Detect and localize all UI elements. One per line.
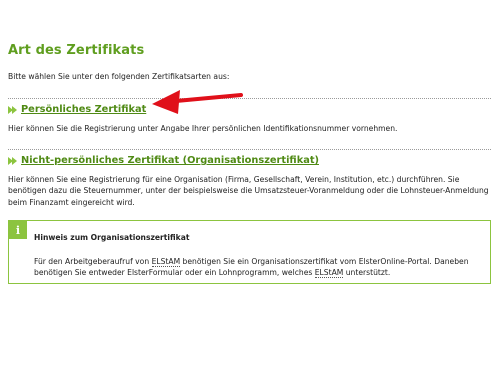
page-title: Art des Zertifikats: [8, 43, 145, 58]
option-organisation-description: Hier können Sie eine Registrierung für e…: [8, 175, 489, 207]
intro-text: Bitte wählen Sie unter den folgenden Zer…: [8, 72, 230, 81]
elstam-abbreviation: ELStAM: [314, 268, 344, 279]
divider: [8, 98, 491, 99]
option-organisation-header: Nicht-persönliches Zertifikat (Organisat…: [8, 155, 319, 166]
note-title: Hinweis zum Organisationszertifikat: [34, 233, 190, 242]
option-personal-header: Persönliches Zertifikat: [8, 104, 146, 115]
note-body: Für den Arbeitgeberaufruf von ELStAM ben…: [34, 256, 484, 279]
elstam-abbreviation: ELStAM: [151, 257, 181, 267]
double-chevron-right-icon: [8, 105, 17, 114]
note-box: i Hinweis zum Organisationszertifikat Fü…: [8, 220, 491, 284]
double-chevron-right-icon: [8, 156, 17, 165]
option-organisation-link[interactable]: Nicht-persönliches Zertifikat (Organisat…: [21, 155, 319, 166]
option-personal-link[interactable]: Persönliches Zertifikat: [21, 104, 146, 115]
info-icon: i: [9, 221, 27, 239]
option-personal-description: Hier können Sie die Registrierung unter …: [8, 124, 398, 133]
note-text: Für den Arbeitgeberaufruf von: [34, 257, 152, 266]
divider: [8, 149, 491, 150]
red-pointer-arrow: [152, 90, 243, 114]
note-text: unterstützt.: [343, 268, 391, 278]
